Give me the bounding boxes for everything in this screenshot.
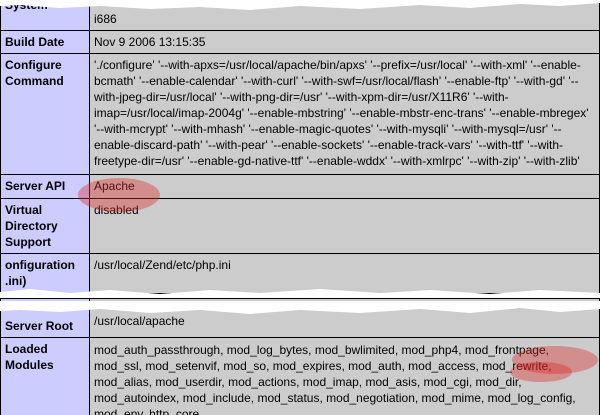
row-key-configure-command: Configure Command [0, 53, 90, 175]
row-key-loaded-modules: Loaded Modules [0, 337, 90, 415]
table-row: Loaded Modules mod_auth_passthrough, mod… [0, 337, 600, 415]
row-value-virtual-directory-support: disabled [89, 198, 600, 254]
table-row: Build Date Nov 9 2006 13:15:35 [0, 30, 600, 54]
row-value-server-api: Apache [89, 174, 600, 199]
row-value-configure-command: './configure' '--with-apxs=/usr/local/ap… [89, 53, 600, 175]
server-root-value: /usr/local/apache [94, 314, 185, 328]
table-row: Configure Command './configure' '--with-… [0, 53, 600, 175]
torn-edge-bottom [0, 289, 600, 298]
table-row: Virtual Directory Support disabled [0, 198, 600, 254]
row-value-build-date: Nov 9 2006 13:15:35 [89, 30, 600, 54]
system-value: i686 [94, 12, 117, 26]
row-value-loaded-modules: mod_auth_passthrough, mod_log_bytes, mod… [89, 337, 600, 415]
server-root-key: Server Root [5, 319, 74, 333]
row-key-virtual-directory-support: Virtual Directory Support [0, 198, 90, 254]
table-row: Server API Apache [0, 174, 600, 199]
phpinfo-table-top: System i686 Build Date Nov 9 2006 13:15:… [0, 0, 600, 294]
torn-edge-top [0, 0, 600, 10]
row-key-build-date: Build Date [0, 30, 90, 54]
phpinfo-fragment-bottom: Server Root /usr/local/apache Loaded Mod… [0, 298, 600, 415]
torn-edge-top [0, 301, 600, 314]
row-key-server-api: Server API [0, 174, 90, 199]
phpinfo-fragment-top: System i686 Build Date Nov 9 2006 13:15:… [0, 0, 600, 298]
